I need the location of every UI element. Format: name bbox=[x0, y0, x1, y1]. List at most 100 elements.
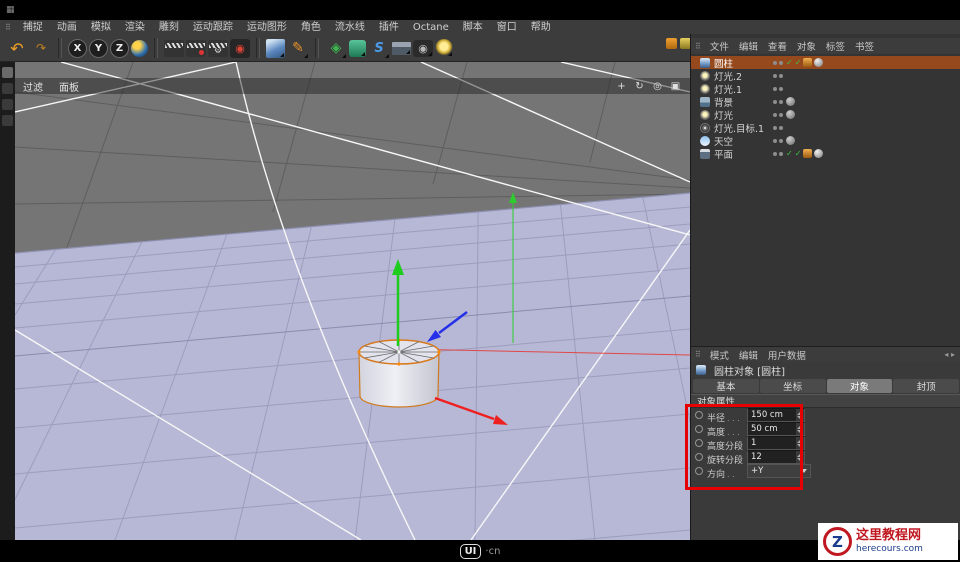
menu-item[interactable]: 渲染 bbox=[118, 20, 152, 35]
object-row-cylinder[interactable]: 圆柱 ✓ ✓ bbox=[691, 56, 960, 70]
history-nav-icons[interactable]: ◂ ▸ bbox=[944, 350, 960, 359]
left-palette-icon[interactable] bbox=[2, 67, 13, 78]
height-segments-field[interactable]: 1 bbox=[747, 436, 805, 450]
pan-view-icon[interactable]: + bbox=[615, 81, 628, 92]
menu-item[interactable]: 窗口 bbox=[490, 20, 524, 35]
key-toggle-icon[interactable] bbox=[695, 411, 703, 419]
tab-object[interactable]: 对象 bbox=[826, 379, 893, 393]
target-tag-icon[interactable] bbox=[786, 110, 795, 119]
phong-tag-icon[interactable] bbox=[814, 149, 824, 158]
scene-canvas[interactable] bbox=[15, 62, 690, 540]
radius-field[interactable]: 150 cm bbox=[747, 408, 805, 422]
key-toggle-icon[interactable] bbox=[695, 439, 703, 447]
mograph-icon[interactable]: ◈ bbox=[325, 37, 347, 59]
spinner-icon[interactable] bbox=[796, 437, 804, 449]
axis-lock-y-icon[interactable]: Y bbox=[89, 38, 108, 58]
primitive-cube-icon[interactable] bbox=[266, 38, 285, 58]
am-menu-edit[interactable]: 编辑 bbox=[734, 348, 763, 362]
spinner-icon[interactable] bbox=[796, 423, 804, 435]
visibility-dots[interactable] bbox=[773, 99, 783, 104]
object-row-plane[interactable]: 平面 ✓ ✓ bbox=[691, 147, 960, 161]
menu-item[interactable]: 运动图形 bbox=[240, 20, 294, 35]
render-settings-icon[interactable]: ⚙ bbox=[208, 39, 228, 57]
viewport-menu-panel[interactable]: 面板 bbox=[51, 79, 87, 94]
layout-orange-icon[interactable] bbox=[666, 38, 677, 49]
menu-item[interactable]: 动画 bbox=[50, 20, 84, 35]
object-row-background[interactable]: 背景 bbox=[691, 95, 960, 109]
phong-tag-icon[interactable] bbox=[814, 58, 824, 67]
menu-item[interactable]: 角色 bbox=[294, 20, 328, 35]
visibility-dots[interactable] bbox=[773, 86, 783, 91]
visibility-dots[interactable] bbox=[773, 151, 783, 156]
menu-item[interactable]: 捕捉 bbox=[16, 20, 50, 35]
left-palette-icon[interactable] bbox=[2, 83, 13, 94]
om-menu-bookmarks[interactable]: 书签 bbox=[850, 39, 879, 53]
key-toggle-icon[interactable] bbox=[695, 425, 703, 433]
environment-floor-icon[interactable] bbox=[392, 41, 411, 55]
menu-item[interactable]: 脚本 bbox=[456, 20, 490, 35]
object-row-light[interactable]: 灯光 bbox=[691, 108, 960, 122]
am-menu-userdata[interactable]: 用户数据 bbox=[763, 348, 811, 362]
direction-dropdown[interactable]: +Y bbox=[747, 464, 811, 478]
visibility-dots[interactable] bbox=[773, 112, 783, 117]
menu-item[interactable]: 插件 bbox=[372, 20, 406, 35]
material-tag-icon[interactable] bbox=[803, 58, 813, 67]
viewport-menu-filter[interactable]: 过滤 bbox=[15, 79, 51, 94]
key-toggle-icon[interactable] bbox=[695, 467, 703, 475]
om-menu-objects[interactable]: 对象 bbox=[792, 39, 821, 53]
spinner-icon[interactable] bbox=[796, 451, 804, 463]
visibility-dots[interactable] bbox=[773, 138, 783, 143]
undo-icon[interactable]: ↶ bbox=[6, 37, 28, 59]
axis-lock-z-icon[interactable]: Z bbox=[110, 38, 129, 58]
material-tag-icon[interactable] bbox=[786, 136, 795, 145]
viewport[interactable]: 过滤 面板 + ↻ ◎ ▣ bbox=[15, 62, 690, 540]
om-menu-edit[interactable]: 编辑 bbox=[734, 39, 763, 53]
enabled-check-icon[interactable]: ✓ bbox=[795, 149, 802, 159]
object-row-light1[interactable]: 灯光.1 bbox=[691, 82, 960, 96]
object-row-light2[interactable]: 灯光.2 bbox=[691, 69, 960, 83]
volume-icon[interactable] bbox=[349, 39, 366, 57]
tab-basic[interactable]: 基本 bbox=[693, 379, 759, 393]
tab-coordinates[interactable]: 坐标 bbox=[759, 379, 826, 393]
menu-item[interactable]: 雕刻 bbox=[152, 20, 186, 35]
enabled-check-icon[interactable]: ✓ bbox=[786, 58, 793, 68]
deformer-icon[interactable]: S bbox=[368, 37, 390, 59]
spline-pen-icon[interactable]: ✎ bbox=[287, 37, 309, 59]
tab-caps[interactable]: 封顶 bbox=[893, 379, 959, 393]
light-icon[interactable] bbox=[435, 39, 453, 57]
visibility-dots[interactable] bbox=[773, 125, 783, 130]
om-menu-file[interactable]: 文件 bbox=[705, 39, 734, 53]
orbit-view-icon[interactable]: ↻ bbox=[633, 81, 646, 92]
octane-render-icon[interactable]: ◉ bbox=[230, 38, 250, 58]
visibility-dots[interactable] bbox=[773, 60, 783, 65]
zoom-view-icon[interactable]: ◎ bbox=[651, 81, 664, 92]
spinner-icon[interactable] bbox=[796, 409, 804, 421]
toggle-view-icon[interactable]: ▣ bbox=[669, 81, 682, 92]
render-view-icon[interactable] bbox=[164, 39, 184, 57]
material-tag-icon[interactable] bbox=[803, 149, 813, 158]
rotation-segments-field[interactable]: 12 bbox=[747, 450, 805, 464]
camera-icon[interactable]: ◉ bbox=[413, 39, 433, 57]
visibility-dots[interactable] bbox=[773, 73, 783, 78]
axis-lock-x-icon[interactable]: X bbox=[68, 38, 87, 58]
object-row-light-target[interactable]: 灯光.目标.1 bbox=[691, 121, 960, 135]
menu-item[interactable]: 帮助 bbox=[524, 20, 558, 35]
redo-icon[interactable]: ↷ bbox=[30, 37, 52, 59]
am-menu-mode[interactable]: 模式 bbox=[705, 348, 734, 362]
key-toggle-icon[interactable] bbox=[695, 453, 703, 461]
render-picture-viewer-icon[interactable] bbox=[186, 39, 206, 57]
menu-item[interactable]: 运动跟踪 bbox=[186, 20, 240, 35]
left-palette-icon[interactable] bbox=[2, 115, 13, 126]
om-menu-view[interactable]: 查看 bbox=[763, 39, 792, 53]
object-row-sky[interactable]: 天空 bbox=[691, 134, 960, 148]
material-tag-icon[interactable] bbox=[786, 97, 795, 106]
menu-item[interactable]: Octane bbox=[406, 20, 456, 35]
coordinate-system-icon[interactable] bbox=[131, 39, 148, 57]
menu-item[interactable]: 模拟 bbox=[84, 20, 118, 35]
height-field[interactable]: 50 cm bbox=[747, 422, 805, 436]
panel-grip-icon[interactable]: ⠿ bbox=[0, 23, 16, 32]
left-palette-icon[interactable] bbox=[2, 99, 13, 110]
enabled-check-icon[interactable]: ✓ bbox=[795, 58, 802, 68]
enabled-check-icon[interactable]: ✓ bbox=[786, 149, 793, 159]
om-menu-tags[interactable]: 标签 bbox=[821, 39, 850, 53]
